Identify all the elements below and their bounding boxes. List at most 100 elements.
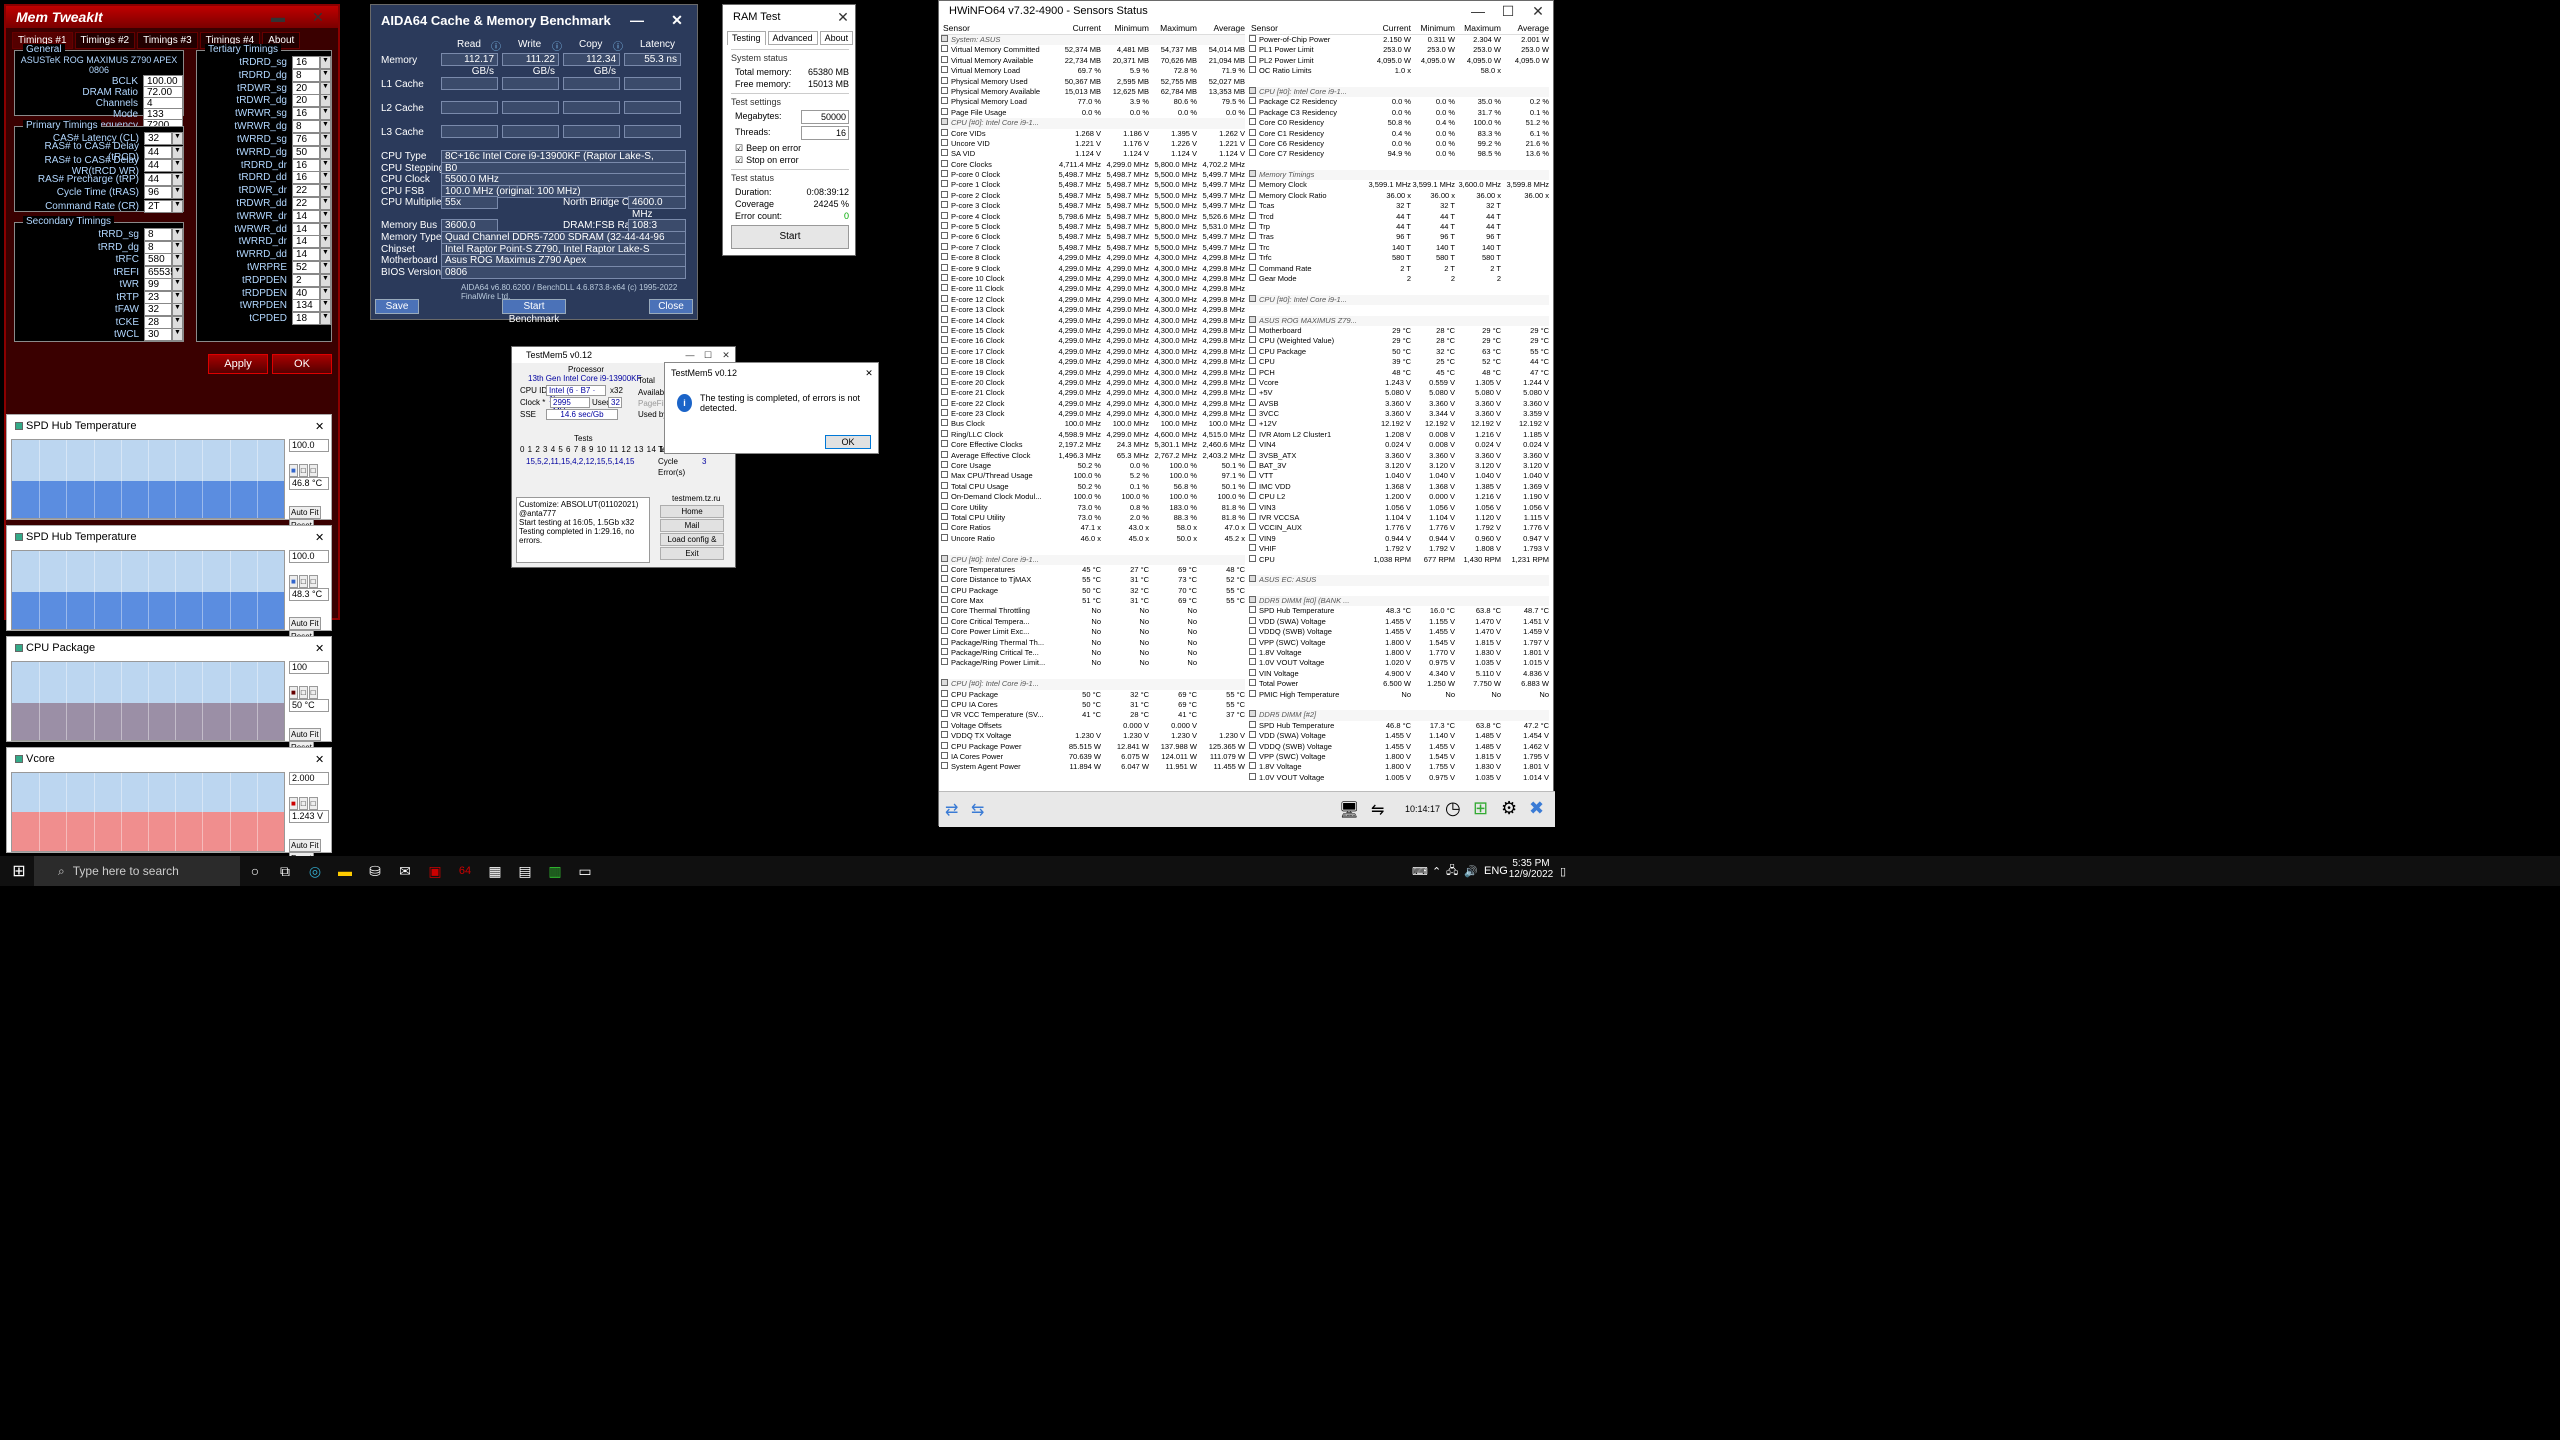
sensor-row[interactable]: CPU Package 50 °C 32 °C 70 °C 55 °C	[941, 585, 1245, 596]
sensor-row[interactable]	[1249, 700, 1549, 710]
sensor-row[interactable]: VIN4 0.024 V 0.008 V 0.024 V 0.024 V	[1249, 440, 1549, 450]
swatch-box[interactable]: □	[308, 686, 318, 699]
sensor-row[interactable]: VDD (SWA) Voltage 1.455 V 1.155 V 1.470 V 1.…	[1249, 616, 1549, 627]
dropdown-arrow-icon[interactable]: ▼	[172, 228, 183, 241]
close-icon[interactable]: ✕	[717, 350, 735, 361]
taskbar-search[interactable]: ⌕ Type here to search	[34, 856, 240, 886]
close-icon[interactable]: ✕	[657, 12, 697, 29]
dropdown-arrow-icon[interactable]: ▼	[172, 172, 183, 186]
dropdown-arrow-icon[interactable]: ▼	[320, 222, 331, 236]
swatch-box[interactable]: □	[308, 464, 318, 477]
sensor-row[interactable]: Core Temperatures 45 °C 27 °C 69 °C 48 °C	[941, 564, 1245, 575]
timing-value[interactable]: 8	[144, 240, 172, 254]
megabytes-input[interactable]: 50000	[801, 110, 849, 124]
close-icon[interactable]: ✕	[298, 9, 338, 26]
sensor-row[interactable]: Package/Ring Power Limit... No No No	[941, 658, 1245, 668]
timing-value[interactable]: 134	[292, 299, 320, 313]
timing-value[interactable]: 28	[144, 315, 172, 329]
minimize-icon[interactable]: —	[681, 350, 699, 360]
dropdown-arrow-icon[interactable]: ▼	[172, 290, 183, 304]
sensor-row[interactable]: Virtual Memory Load 69.7 % 5.9 % 72.8 % 71.9…	[941, 66, 1245, 76]
sensor-row[interactable]: P-core 7 Clock 5,498.7 MHz 5,498.7 MHz 5,50…	[941, 242, 1245, 253]
sensor-row[interactable]: CPU 39 °C 25 °C 52 °C 44 °C	[1249, 357, 1549, 367]
sensor-row[interactable]	[1249, 586, 1549, 596]
dropdown-arrow-icon[interactable]: ▼	[320, 286, 331, 300]
sensor-row[interactable]: E-core 12 Clock 4,299.0 MHz 4,299.0 MHz 4,3…	[941, 294, 1245, 305]
column-header[interactable]: Average	[1197, 21, 1245, 34]
sensor-row[interactable]: Core C0 Residency 50.8 % 0.4 % 100.0 % 51.2 …	[1249, 118, 1549, 128]
column-header[interactable]: Current	[1363, 21, 1411, 34]
close-icon[interactable]: ✕	[860, 368, 878, 379]
testmem5-mail-button[interactable]: Mail	[660, 519, 724, 532]
sensor-row[interactable]: E-core 13 Clock 4,299.0 MHz 4,299.0 MHz 4,3…	[941, 305, 1245, 315]
ramtest-taskbar-icon[interactable]: ▦	[480, 856, 510, 886]
sensor-row[interactable]	[941, 669, 1245, 679]
color-swatch[interactable]: ■	[289, 464, 298, 477]
sensor-row[interactable]: Command Rate 2 T 2 T 2 T	[1249, 263, 1549, 274]
sensor-row[interactable]: +5V 5.080 V 5.080 V 5.080 V 5.080 V	[1249, 388, 1549, 398]
sensor-row[interactable]: E-core 23 Clock 4,299.0 MHz 4,299.0 MHz 4,3…	[941, 409, 1245, 419]
timing-value[interactable]: 14	[292, 222, 320, 236]
sensor-row[interactable]: Package/Ring Critical Te... No No No	[941, 648, 1245, 658]
sensor-row[interactable]: E-core 21 Clock 4,299.0 MHz 4,299.0 MHz 4,3…	[941, 388, 1245, 398]
dropdown-arrow-icon[interactable]: ▼	[172, 303, 183, 316]
dropdown-arrow-icon[interactable]: ▼	[172, 315, 183, 329]
timing-value[interactable]: 20	[292, 81, 320, 95]
nav-left-icon[interactable]: ⇄	[945, 800, 958, 820]
sensor-row[interactable]: Package C2 Residency 0.0 % 0.0 % 35.0 % 0.2 …	[1249, 97, 1549, 107]
dropdown-arrow-icon[interactable]: ▼	[320, 81, 331, 95]
sensor-row[interactable]: CPU Package 50 °C 32 °C 63 °C 55 °C	[1249, 346, 1549, 357]
sensor-row[interactable]: Memory Clock Ratio 36.00 x 36.00 x 36.00 x 3…	[1249, 190, 1549, 201]
maximize-icon[interactable]: ☐	[699, 350, 717, 361]
sensor-row[interactable]: Core Utility 73.0 % 0.8 % 183.0 % 81.8 %	[941, 502, 1245, 513]
sensor-row[interactable]: Gear Mode 2 2 2	[1249, 273, 1549, 284]
minimize-icon[interactable]: —	[1463, 3, 1493, 19]
sensor-row[interactable]: VDDQ (SWB) Voltage 1.455 V 1.455 V 1.485 V 1…	[1249, 741, 1549, 752]
timing-value[interactable]: 16	[292, 56, 320, 69]
timing-value[interactable]: 580	[144, 253, 172, 266]
timing-value[interactable]: 14	[292, 248, 320, 262]
dropdown-arrow-icon[interactable]: ▼	[172, 328, 183, 341]
sensor-row[interactable]: Max CPU/Thread Usage 100.0 % 5.2 % 100.0 % 9…	[941, 471, 1245, 481]
sensor-row[interactable]: 1.0V VOUT Voltage 1.005 V 0.975 V 1.035 V 1.…	[1249, 772, 1549, 783]
swatch-box[interactable]: □	[308, 575, 318, 588]
timing-value[interactable]: 30	[144, 328, 172, 341]
timing-value[interactable]: 8	[292, 120, 320, 134]
autofit-button[interactable]: Auto Fit	[289, 506, 321, 519]
sensor-row[interactable]: Trcd 44 T 44 T 44 T	[1249, 211, 1549, 222]
sensor-row[interactable]: SPD Hub Temperature 48.3 °C 16.0 °C 63.8 °C…	[1249, 606, 1549, 616]
timing-value[interactable]: 65535	[144, 265, 176, 279]
sensor-row[interactable]: Total Power 6.500 W 1.250 W 7.750 W 6.883 W	[1249, 679, 1549, 689]
sensor-row[interactable]: VIN3 1.056 V 1.056 V 1.056 V 1.056 V	[1249, 502, 1549, 513]
task-view-icon[interactable]: ⧉	[270, 856, 300, 886]
hwinfo-taskbar-icon[interactable]: ▥	[540, 856, 570, 886]
sensor-row[interactable]: Trfc 580 T 580 T 580 T	[1249, 253, 1549, 263]
timing-value[interactable]: 40	[292, 286, 320, 300]
sensor-row[interactable]: Memory Clock 3,599.1 MHz 3,599.1 MHz 3,600.…	[1249, 180, 1549, 190]
tab-timings3[interactable]: Timings #3	[137, 32, 198, 49]
swatch-box[interactable]: □	[298, 686, 308, 699]
sensor-row[interactable]: Motherboard 29 °C 28 °C 29 °C 29 °C	[1249, 325, 1549, 336]
sensor-group-row[interactable]: CPU [#0]: Intel Core i9-1...	[1249, 86, 1549, 98]
dropdown-arrow-icon[interactable]: ▼	[320, 273, 331, 287]
dialog-ok-button[interactable]: OK	[825, 435, 871, 449]
timing-value[interactable]: 52	[292, 261, 320, 274]
sensor-row[interactable]: VTT 1.040 V 1.040 V 1.040 V 1.040 V	[1249, 471, 1549, 481]
sensor-group-row[interactable]: DDR5 DIMM [#2]	[1249, 710, 1549, 721]
tab-about[interactable]: About	[819, 31, 854, 45]
dropdown-arrow-icon[interactable]: ▼	[320, 120, 331, 134]
cortana-icon[interactable]: ○	[240, 856, 270, 886]
sensor-row[interactable]: P-core 5 Clock 5,498.7 MHz 5,498.7 MHz 5,80…	[941, 222, 1245, 232]
swatch-box[interactable]: □	[298, 797, 308, 810]
sensor-row[interactable]: VDDQ TX Voltage 1.230 V 1.230 V 1.230 V 1.23…	[941, 731, 1245, 741]
sensor-row[interactable]: Core Critical Tempera... No No No	[941, 616, 1245, 627]
sensor-row[interactable]: VPP (SWC) Voltage 1.800 V 1.545 V 1.815 V 1.…	[1249, 637, 1549, 648]
sensor-row[interactable]: Core Clocks 4,711.4 MHz 4,299.0 MHz 5,800.0…	[941, 159, 1245, 170]
edge-icon[interactable]: ◎	[300, 856, 330, 886]
monitor-icon[interactable]: 🖥	[1339, 800, 1359, 820]
sensor-row[interactable]: CPU (Weighted Value) 29 °C 28 °C 29 °C 29 °C	[1249, 336, 1549, 346]
sensor-row[interactable]: VR VCC Temperature (SV... 41 °C 28 °C 41 °C…	[941, 710, 1245, 720]
sensor-row[interactable]: Trp 44 T 44 T 44 T	[1249, 222, 1549, 232]
sensor-row[interactable]: E-core 17 Clock 4,299.0 MHz 4,299.0 MHz 4,3…	[941, 346, 1245, 357]
keyboard-icon[interactable]: ⌨	[1412, 865, 1428, 878]
